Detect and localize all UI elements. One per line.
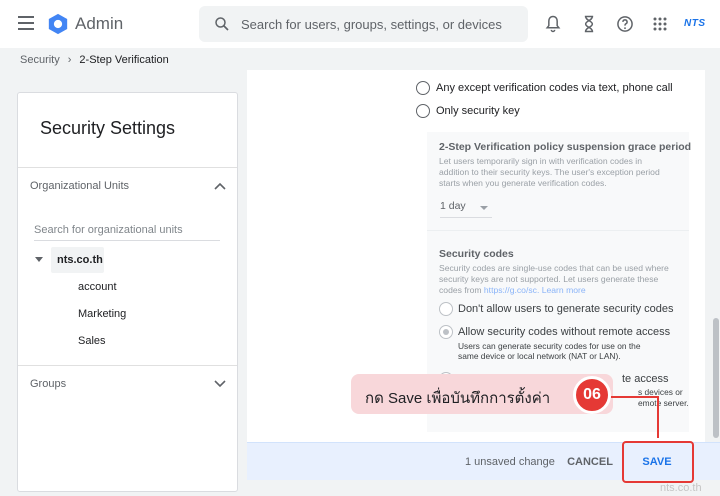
tree-expand-icon[interactable] [35, 257, 43, 262]
admin-logo-icon[interactable] [47, 13, 69, 35]
divider [427, 230, 689, 231]
annotation-connector [611, 396, 659, 398]
grace-period-value: 1 day [440, 200, 466, 212]
option-label: Don't allow users to generate security c… [458, 303, 674, 315]
apps-grid-icon[interactable] [650, 14, 670, 34]
search-icon [215, 17, 229, 31]
org-unit-root[interactable]: nts.co.th [51, 247, 104, 273]
divider [18, 167, 237, 168]
save-bar: 1 unsaved change CANCEL SAVE [247, 442, 720, 480]
divider [18, 365, 237, 366]
search-bar[interactable] [199, 6, 528, 42]
option-help: same device or local network (NAT or LAN… [458, 351, 621, 361]
option-help-fragment: emote server. [638, 398, 689, 408]
groups-label: Groups [30, 378, 67, 390]
org-unit-marketing[interactable]: Marketing [78, 308, 126, 320]
org-units-label: Organizational Units [30, 180, 130, 192]
grace-period-desc: Let users temporarily sign in with verif… [439, 156, 642, 166]
chevron-right-icon: › [67, 54, 72, 66]
main-menu-icon[interactable] [18, 16, 34, 30]
org-unit-search-input[interactable] [34, 219, 220, 241]
annotation-connector [657, 398, 659, 438]
grace-period-desc: addition to their security keys. The use… [439, 167, 660, 177]
app-title[interactable]: Admin [75, 14, 123, 34]
security-codes-desc: Security codes are single-use codes that… [439, 263, 669, 273]
top-bar: Admin NTS [0, 0, 720, 48]
learn-more-link[interactable]: . Learn more [537, 285, 586, 295]
dropdown-arrow-icon [480, 206, 488, 210]
breadcrumb-security-link[interactable]: Security [20, 54, 60, 66]
radio-allow-codes-no-remote[interactable] [439, 325, 453, 339]
org-unit-account[interactable]: account [78, 281, 117, 293]
org-unit-sales[interactable]: Sales [78, 335, 106, 347]
save-button[interactable]: SAVE [627, 451, 687, 473]
scrollbar-thumb[interactable] [713, 318, 719, 438]
grace-period-desc: starts when you generate verification co… [439, 178, 607, 188]
panel-title: Security Settings [40, 118, 176, 138]
grace-period-title: 2-Step Verification policy suspension gr… [439, 141, 692, 153]
bell-icon[interactable] [543, 14, 563, 34]
annotation-text: กด Save เพื่อบันทึกการตั้งค่า [365, 390, 551, 407]
brand-logo[interactable]: NTS [684, 18, 706, 29]
breadcrumb-current: 2-Step Verification [79, 54, 169, 66]
radio-only-security-key[interactable] [416, 104, 430, 118]
cancel-button[interactable]: CANCEL [565, 451, 615, 473]
security-settings-panel: Security Settings Organizational Units n… [17, 92, 238, 492]
breadcrumb: Security › 2-Step Verification [20, 54, 169, 66]
grace-period-select[interactable]: 1 day [440, 200, 492, 218]
option-label: Allow security codes without remote acce… [458, 326, 671, 338]
option-label: Any except verification codes via text, … [436, 82, 673, 94]
watermark: nts.co.th [660, 482, 702, 494]
radio-disallow-codes[interactable] [439, 302, 453, 316]
help-icon[interactable] [615, 14, 635, 34]
hourglass-icon[interactable] [579, 14, 599, 34]
option-label: Only security key [436, 105, 520, 117]
chevron-down-icon[interactable] [214, 380, 226, 388]
unsaved-changes-text: 1 unsaved change [465, 456, 555, 468]
security-codes-desc: codes from https://g.co/sc. Learn more [439, 285, 586, 295]
search-input[interactable] [241, 6, 521, 42]
radio-any-except-codes[interactable] [416, 81, 430, 95]
security-codes-title: Security codes [439, 248, 514, 260]
step-number-badge: 06 [573, 376, 611, 414]
option-label-fragment: te access [622, 373, 669, 385]
chevron-up-icon[interactable] [214, 182, 226, 190]
security-codes-link[interactable]: https://g.co/sc [484, 285, 537, 295]
security-codes-desc: security keys are not supported. Let use… [439, 274, 659, 284]
